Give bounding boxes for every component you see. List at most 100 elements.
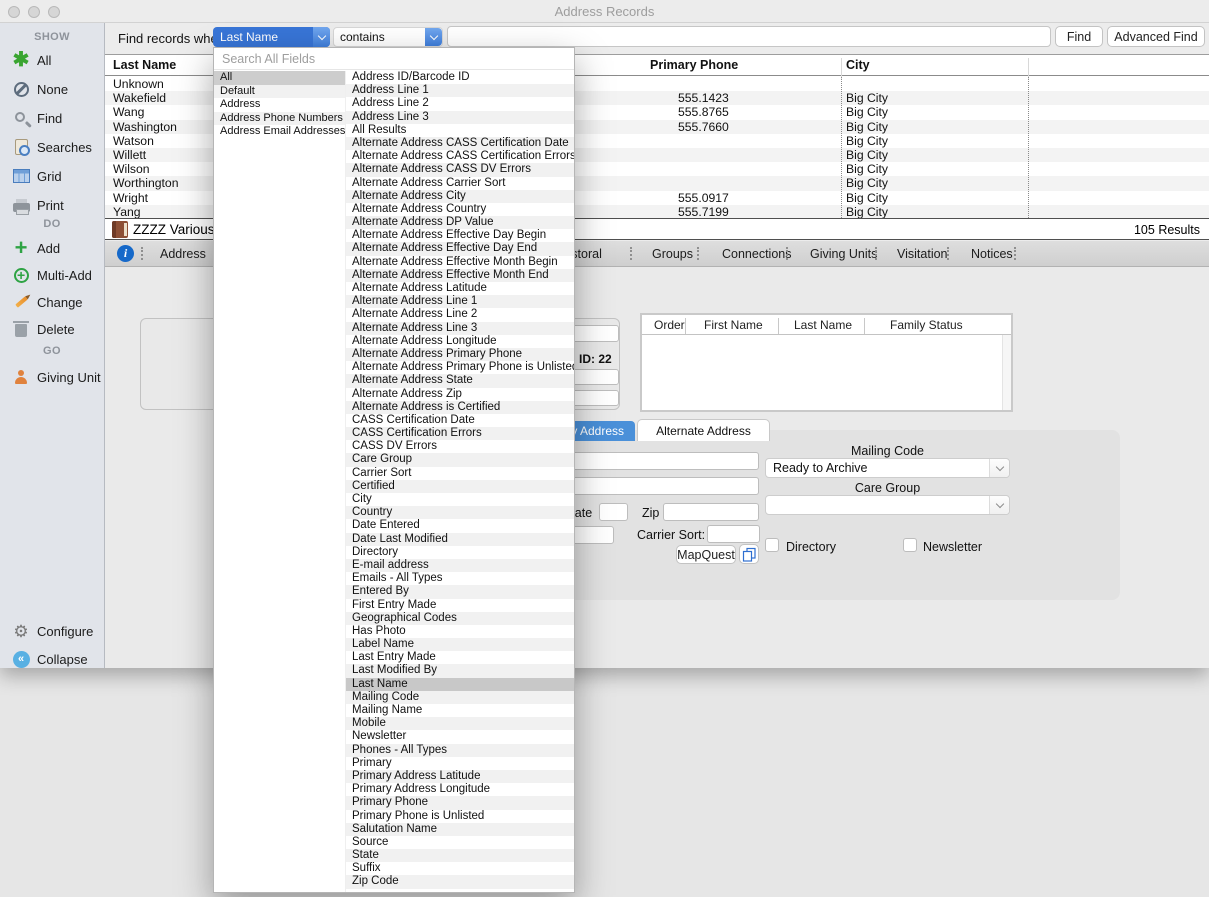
mailing-code-select[interactable]: Ready to Archive (765, 458, 1010, 478)
field-option[interactable]: Salutation Name (346, 823, 574, 836)
field-option[interactable]: Alternate Address Carrier Sort (346, 177, 574, 190)
care-group-select[interactable] (765, 495, 1010, 515)
field-option[interactable]: CASS Certification Errors (346, 427, 574, 440)
field-option[interactable]: Primary Phone is Unlisted (346, 810, 574, 823)
carrier-sort-input[interactable] (707, 525, 760, 543)
field-option[interactable]: Last Entry Made (346, 651, 574, 664)
field-option[interactable]: Alternate Address State (346, 374, 574, 387)
sidebar-item-searches[interactable]: Searches (0, 136, 104, 158)
field-option[interactable]: Primary Address Longitude (346, 783, 574, 796)
field-option[interactable]: Care Group (346, 453, 574, 466)
field-option[interactable]: Date Entered (346, 519, 574, 532)
field-option[interactable]: Phones - All Types (346, 744, 574, 757)
tab-visitation[interactable]: Visitation (897, 247, 948, 261)
sidebar-item-configure[interactable]: ⚙ Configure (0, 620, 104, 642)
column-header-last-name[interactable]: Last Name (794, 318, 852, 332)
sidebar-item-none[interactable]: None (0, 78, 104, 100)
sidebar-item-print[interactable]: Print (0, 194, 104, 216)
sidebar-item-find[interactable]: Find (0, 107, 104, 129)
field-option[interactable]: Mobile (346, 717, 574, 730)
field-option[interactable]: Alternate Address CASS Certification Err… (346, 150, 574, 163)
field-option[interactable]: E-mail address (346, 559, 574, 572)
field-option[interactable]: Alternate Address CASS Certification Dat… (346, 137, 574, 150)
field-option[interactable]: Country (346, 506, 574, 519)
sidebar-item-change[interactable]: Change (0, 291, 104, 313)
state-input[interactable] (599, 503, 628, 521)
tab-giving-units[interactable]: Giving Units (810, 247, 877, 261)
field-option[interactable]: City (346, 493, 574, 506)
field-category-option[interactable]: Address (214, 98, 345, 112)
field-option[interactable]: Directory (346, 546, 574, 559)
field-option[interactable]: Mailing Name (346, 704, 574, 717)
search-input[interactable] (447, 26, 1051, 47)
copy-address-button[interactable] (739, 544, 759, 564)
field-option[interactable]: Alternate Address Country (346, 203, 574, 216)
column-header-last-name[interactable]: Last Name (113, 58, 176, 72)
field-category-option[interactable]: All (214, 71, 345, 85)
tab-groups[interactable]: Groups (652, 247, 693, 261)
field-option[interactable]: CASS Certification Date (346, 414, 574, 427)
info-icon[interactable]: i (117, 245, 134, 262)
field-option[interactable]: Alternate Address Line 3 (346, 322, 574, 335)
field-option[interactable]: Alternate Address is Certified (346, 401, 574, 414)
field-option[interactable]: Date Last Modified (346, 533, 574, 546)
field-option[interactable]: Emails - All Types (346, 572, 574, 585)
field-option[interactable]: Certified (346, 480, 574, 493)
field-category-option[interactable]: Address Phone Numbers (214, 112, 345, 126)
field-option[interactable]: Source (346, 836, 574, 849)
field-option[interactable]: Alternate Address Line 2 (346, 308, 574, 321)
tab-address[interactable]: Address (160, 247, 206, 261)
sidebar-item-delete[interactable]: Delete (0, 318, 104, 340)
field-option[interactable]: Mailing Code (346, 691, 574, 704)
field-option[interactable]: Newsletter (346, 730, 574, 743)
operator-select[interactable]: contains (333, 27, 443, 47)
field-select[interactable]: Last Name (213, 27, 330, 47)
field-option[interactable]: Suffix (346, 862, 574, 875)
field-option[interactable]: Entered By (346, 585, 574, 598)
field-option[interactable]: First Entry Made (346, 599, 574, 612)
sidebar-item-collapse[interactable]: « Collapse (0, 648, 104, 670)
tab-connections[interactable]: Connections (722, 247, 792, 261)
field-option[interactable]: Last Name (346, 678, 574, 691)
field-option[interactable]: Alternate Address Longitude (346, 335, 574, 348)
field-option[interactable]: CASS DV Errors (346, 440, 574, 453)
field-option[interactable]: State (346, 849, 574, 862)
field-option[interactable]: Alternate Address CASS DV Errors (346, 163, 574, 176)
field-option[interactable]: Has Photo (346, 625, 574, 638)
zip-input[interactable] (663, 503, 759, 521)
mapquest-button[interactable]: MapQuest (676, 545, 736, 564)
field-option[interactable]: Alternate Address Latitude (346, 282, 574, 295)
tab-notices[interactable]: Notices (971, 247, 1013, 261)
sidebar-item-multi-add[interactable]: Multi-Add (0, 264, 104, 286)
field-option[interactable]: Address Line 1 (346, 84, 574, 97)
field-option[interactable]: All Results (346, 124, 574, 137)
field-option[interactable]: Alternate Address Primary Phone (346, 348, 574, 361)
sidebar-item-grid[interactable]: Grid (0, 165, 104, 187)
field-category-option[interactable]: Default (214, 85, 345, 99)
field-option[interactable]: Primary Address Latitude (346, 770, 574, 783)
field-option[interactable]: Alternate Address DP Value (346, 216, 574, 229)
field-category-option[interactable]: Address Email Addresses (214, 125, 345, 139)
field-option[interactable]: Alternate Address Line 1 (346, 295, 574, 308)
sidebar-item-add[interactable]: + Add (0, 237, 104, 259)
column-header-first-name[interactable]: First Name (704, 318, 763, 332)
column-header-city[interactable]: City (846, 58, 870, 72)
field-option[interactable]: Last Modified By (346, 664, 574, 677)
directory-checkbox[interactable] (765, 538, 779, 552)
field-option[interactable]: Address Line 2 (346, 97, 574, 110)
field-option[interactable]: Alternate Address City (346, 190, 574, 203)
field-option[interactable]: Label Name (346, 638, 574, 651)
field-option[interactable]: Alternate Address Zip (346, 388, 574, 401)
field-option[interactable]: Alternate Address Effective Day End (346, 242, 574, 255)
field-option[interactable]: Address Line 3 (346, 111, 574, 124)
column-header-primary-phone[interactable]: Primary Phone (650, 58, 738, 72)
members-scrollbar-track[interactable] (1002, 335, 1011, 410)
field-search-input[interactable]: Search All Fields (214, 48, 574, 70)
sidebar-item-all[interactable]: ✱ All (0, 49, 104, 71)
find-button[interactable]: Find (1055, 26, 1103, 47)
tab-alternate-address[interactable]: Alternate Address (637, 419, 770, 441)
field-option[interactable]: Primary Phone (346, 796, 574, 809)
field-option[interactable]: Primary (346, 757, 574, 770)
field-option[interactable]: Address ID/Barcode ID (346, 71, 574, 84)
field-option[interactable]: Alternate Address Effective Day Begin (346, 229, 574, 242)
